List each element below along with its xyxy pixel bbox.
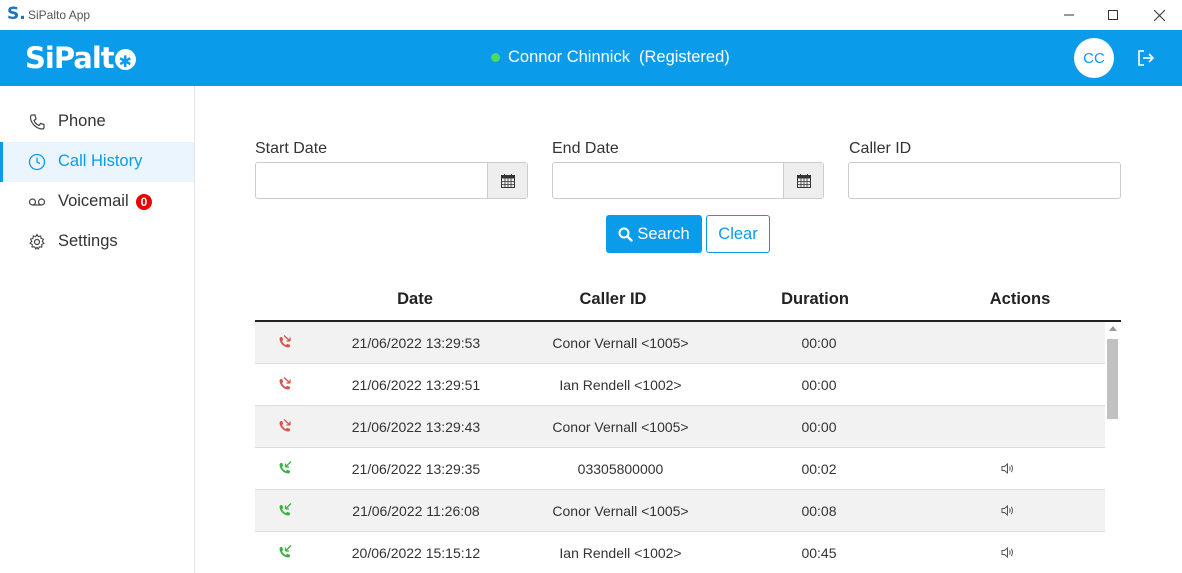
call-caller-id: Conor Vernall <1005> xyxy=(552,335,689,351)
missed-call-icon xyxy=(279,335,291,348)
sidebar-item-label: Call History xyxy=(58,152,143,170)
call-history-table-header: Date Caller ID Duration Actions xyxy=(255,280,1121,322)
call-date: 21/06/2022 13:29:35 xyxy=(351,461,481,477)
logo-star-icon: ✱ xyxy=(114,49,136,71)
close-icon xyxy=(1153,9,1165,21)
voicemail-count-badge: 0 xyxy=(135,193,153,211)
window-title: SiPalto App xyxy=(28,8,91,22)
sidebar-item-label: Phone xyxy=(58,112,106,130)
calendar-icon xyxy=(796,173,811,188)
table-row[interactable]: 21/06/2022 13:29:35 03305800000 00:02 xyxy=(255,448,1105,490)
app-header: SiPalt ✱ Connor Chinnick (Registered) CC xyxy=(0,30,1182,86)
call-caller-id: Conor Vernall <1005> xyxy=(552,419,689,435)
search-button[interactable]: Search xyxy=(606,215,702,253)
incoming-call-icon xyxy=(279,503,292,516)
sidebar: Phone Call History Voicemail 0 Settings xyxy=(0,86,195,573)
registration-label: (Registered) xyxy=(638,48,730,66)
start-date-field xyxy=(255,162,528,199)
status-dot-icon xyxy=(491,53,500,62)
table-row[interactable]: 21/06/2022 11:26:08 Conor Vernall <1005> 0… xyxy=(255,490,1105,532)
registration-status: Connor Chinnick (Registered) xyxy=(491,48,730,67)
minimize-icon xyxy=(1064,14,1074,16)
call-caller-id: Ian Rendell <1002> xyxy=(559,545,682,561)
caller-id-label: Caller ID xyxy=(849,140,912,157)
end-date-calendar-button[interactable] xyxy=(783,163,823,198)
call-date: 21/06/2022 13:29:51 xyxy=(351,377,481,393)
sidebar-item-voicemail[interactable]: Voicemail 0 xyxy=(0,182,194,222)
sidebar-item-phone[interactable]: Phone xyxy=(0,102,194,142)
column-header-duration[interactable]: Duration xyxy=(760,290,870,309)
table-row[interactable]: 20/06/2022 15:15:12 Ian Rendell <1002> 00:… xyxy=(255,532,1105,573)
clock-icon xyxy=(28,153,46,171)
table-row[interactable]: 21/06/2022 13:29:53 Conor Vernall <1005> 0… xyxy=(255,322,1105,364)
scroll-up-arrow-icon[interactable] xyxy=(1109,326,1117,331)
phone-icon xyxy=(29,114,45,130)
search-button-label: Search xyxy=(637,224,690,243)
column-header-actions: Actions xyxy=(989,290,1051,308)
sidebar-item-label: Voicemail xyxy=(58,192,129,210)
end-date-input[interactable] xyxy=(553,163,783,198)
calendar-icon xyxy=(500,173,515,188)
sidebar-item-call-history[interactable]: Call History xyxy=(0,142,194,182)
voicemail-icon xyxy=(28,198,46,206)
start-date-input[interactable] xyxy=(256,163,487,198)
incoming-call-icon xyxy=(279,461,292,474)
call-caller-id: 03305800000 xyxy=(577,461,664,477)
missed-call-icon xyxy=(279,377,291,390)
sidebar-item-settings[interactable]: Settings xyxy=(0,222,194,262)
window-titlebar: S. SiPalto App xyxy=(0,0,1182,30)
call-duration: 00:00 xyxy=(801,419,837,435)
call-duration: 00:00 xyxy=(801,335,837,351)
play-recording-speaker-icon[interactable] xyxy=(1001,462,1015,475)
play-recording-speaker-icon[interactable] xyxy=(1001,546,1015,559)
caller-id-input[interactable] xyxy=(848,162,1121,199)
call-caller-id: Conor Vernall <1005> xyxy=(552,503,689,519)
maximize-button[interactable] xyxy=(1090,0,1136,30)
table-scrollbar[interactable] xyxy=(1105,322,1121,573)
sipalto-logo: SiPalt ✱ xyxy=(25,42,136,74)
call-duration: 00:45 xyxy=(801,545,837,561)
call-date: 21/06/2022 13:29:43 xyxy=(351,419,481,435)
missed-call-icon xyxy=(279,419,291,432)
call-date: 20/06/2022 15:15:12 xyxy=(351,545,481,561)
minimize-button[interactable] xyxy=(1046,0,1092,30)
call-duration: 00:08 xyxy=(801,503,837,519)
end-date-field xyxy=(552,162,824,199)
call-duration: 00:02 xyxy=(801,461,837,477)
call-caller-id: Ian Rendell <1002> xyxy=(559,377,682,393)
start-date-label: Start Date xyxy=(255,140,328,157)
table-row[interactable]: 21/06/2022 13:29:51 Ian Rendell <1002> 00:… xyxy=(255,364,1105,406)
end-date-label: End Date xyxy=(552,140,619,157)
user-name: Connor Chinnick xyxy=(508,48,630,66)
call-date: 21/06/2022 13:29:53 xyxy=(351,335,481,351)
column-header-date[interactable]: Date xyxy=(365,290,465,309)
clear-button[interactable]: Clear xyxy=(706,215,770,253)
table-row[interactable]: 21/06/2022 13:29:43 Conor Vernall <1005> 0… xyxy=(255,406,1105,448)
logout-button[interactable] xyxy=(1136,48,1156,68)
start-date-calendar-button[interactable] xyxy=(487,163,527,198)
call-duration: 00:00 xyxy=(801,377,837,393)
close-button[interactable] xyxy=(1136,0,1182,30)
scroll-thumb[interactable] xyxy=(1107,339,1118,419)
call-date: 21/06/2022 11:26:08 xyxy=(352,503,480,519)
logout-icon xyxy=(1138,50,1155,66)
app-icon: S. xyxy=(7,4,26,24)
call-history-table-body: 21/06/2022 13:29:53 Conor Vernall <1005> 0… xyxy=(255,322,1105,573)
gear-icon xyxy=(29,233,45,251)
incoming-call-icon xyxy=(279,545,292,558)
column-header-caller-id[interactable]: Caller ID xyxy=(553,290,673,309)
search-icon xyxy=(618,227,634,242)
maximize-icon xyxy=(1108,10,1118,20)
sidebar-item-label: Settings xyxy=(58,232,118,250)
play-recording-speaker-icon[interactable] xyxy=(1001,504,1015,517)
avatar[interactable]: CC xyxy=(1074,38,1114,78)
